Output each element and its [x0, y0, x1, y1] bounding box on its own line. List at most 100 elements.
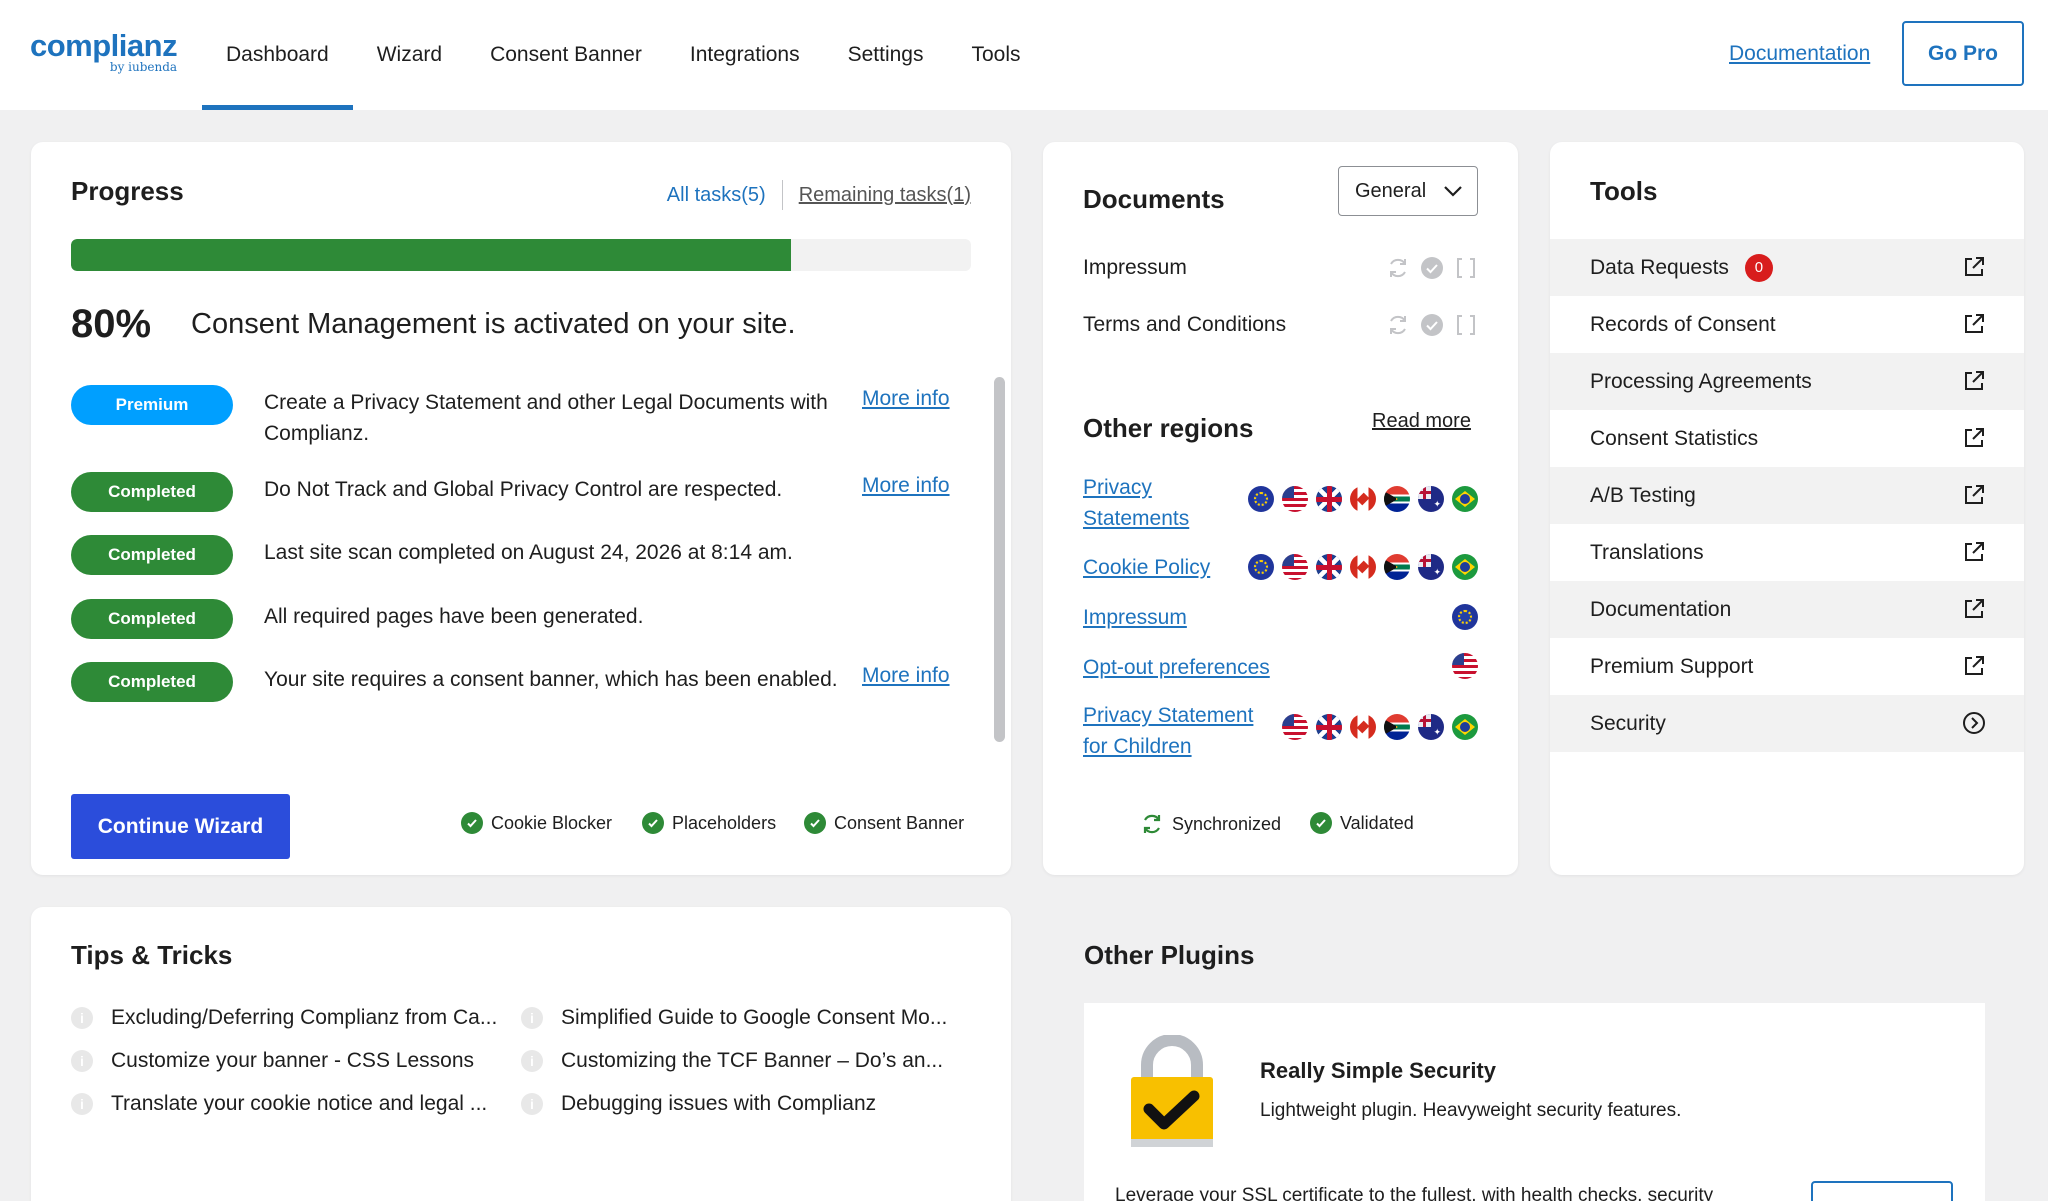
tool-item-processing-agreements[interactable]: Processing Agreements [1550, 353, 2024, 410]
tool-item-translations[interactable]: Translations [1550, 524, 2024, 581]
task-item: Completed Do Not Track and Global Privac… [71, 472, 951, 512]
nav-tools[interactable]: Tools [948, 0, 1045, 110]
all-tasks-link[interactable]: All tasks(5) [667, 184, 766, 207]
chevron-down-icon [1444, 186, 1462, 197]
task-text: Do Not Track and Global Privacy Control … [264, 478, 783, 501]
shortcode-icon[interactable] [1454, 313, 1478, 337]
task-list-scrollbar[interactable] [994, 377, 1005, 742]
more-info-link[interactable]: More info [862, 385, 950, 449]
us-flag-icon [1452, 653, 1478, 679]
nav-wizard[interactable]: Wizard [353, 0, 466, 110]
external-link-icon[interactable] [1962, 597, 1986, 621]
external-link-icon[interactable] [1962, 654, 1986, 678]
region-flags [1282, 714, 1478, 740]
task-text: Your site requires a consent banner, whi… [264, 668, 838, 691]
filter-divider [781, 180, 783, 210]
status-badge: Completed [71, 535, 233, 575]
plugin-name: Really Simple Security [1260, 1058, 1496, 1083]
nav-dashboard[interactable]: Dashboard [202, 0, 353, 110]
tool-label: Processing Agreements [1590, 369, 1812, 393]
tool-label: Consent Statistics [1590, 426, 1759, 450]
tool-item-consent-statistics[interactable]: Consent Statistics [1550, 410, 2024, 467]
br-flag-icon [1452, 554, 1478, 580]
tip-label: Excluding/Deferring Complianz from Ca... [111, 1006, 498, 1029]
go-pro-button[interactable]: Go Pro [1902, 21, 2024, 86]
za-flag-icon [1384, 714, 1410, 740]
task-text: Last site scan completed on August 24, 2… [264, 541, 793, 564]
continue-wizard-button[interactable]: Continue Wizard [71, 794, 290, 859]
external-link-icon[interactable] [1962, 426, 1986, 450]
external-link-icon[interactable] [1962, 540, 1986, 564]
tip-label: Debugging issues with Complianz [561, 1092, 877, 1115]
task-item: Premium Create a Privacy Statement and o… [71, 385, 951, 449]
tool-item-records-of-consent[interactable]: Records of Consent [1550, 296, 2024, 353]
tip-item[interactable]: i Customize your banner - CSS Lessons [71, 1049, 474, 1073]
eu-flag-icon [1248, 486, 1274, 512]
tool-item-premium-support[interactable]: Premium Support [1550, 638, 2024, 695]
more-info-link[interactable]: More info [862, 472, 950, 512]
task-text: All required pages have been generated. [264, 605, 644, 628]
region-select-value: General [1355, 179, 1427, 202]
us-flag-icon [1282, 554, 1308, 580]
region-row: Cookie Policy [1083, 552, 1478, 583]
external-link-icon[interactable] [1962, 255, 1986, 279]
document-row: Terms and Conditions [1083, 313, 1478, 337]
more-info-link[interactable]: More info [862, 662, 950, 702]
tip-item[interactable]: i Debugging issues with Complianz [521, 1092, 876, 1116]
region-document-link[interactable]: Privacy Statement for Children [1083, 700, 1273, 762]
tool-item-security[interactable]: Security [1550, 695, 2024, 752]
task-filter: All tasks(5) Remaining tasks(1) [667, 180, 971, 210]
region-document-link[interactable]: Privacy Statements [1083, 472, 1203, 534]
region-document-link[interactable]: Cookie Policy [1083, 552, 1273, 583]
au-flag-icon [1418, 554, 1444, 580]
external-link-icon[interactable] [1962, 483, 1986, 507]
tools-title: Tools [1590, 176, 1658, 206]
complianz-logo[interactable]: complianz by iubenda [30, 30, 178, 75]
documents-title: Documents [1083, 184, 1225, 214]
documents-card: Documents General Impressum Terms and Co… [1043, 142, 1518, 875]
count-badge: 0 [1744, 253, 1773, 282]
external-link-icon[interactable] [1962, 312, 1986, 336]
task-text: Create a Privacy Statement and other Leg… [264, 391, 828, 445]
chevron-circle-icon[interactable] [1962, 711, 1986, 735]
region-row: Opt-out preferences [1083, 652, 1478, 683]
nav-settings[interactable]: Settings [824, 0, 948, 110]
sync-icon[interactable] [1386, 256, 1410, 280]
nav-consent-banner[interactable]: Consent Banner [466, 0, 666, 110]
document-actions [1386, 313, 1478, 337]
documentation-link[interactable]: Documentation [1729, 42, 1870, 66]
region-document-link[interactable]: Impressum [1083, 602, 1273, 633]
read-more-link[interactable]: Read more [1372, 410, 1471, 433]
tip-item[interactable]: i Simplified Guide to Google Consent Mo.… [521, 1006, 947, 1030]
shortcode-icon[interactable] [1454, 256, 1478, 280]
remaining-tasks-link[interactable]: Remaining tasks(1) [799, 184, 971, 207]
task-item: Completed Last site scan completed on Au… [71, 535, 951, 575]
tool-item-data-requests[interactable]: Data Requests 0 [1550, 239, 2024, 296]
eu-flag-icon [1452, 604, 1478, 630]
other-plugins-title: Other Plugins [1084, 940, 1255, 970]
ca-flag-icon [1350, 554, 1376, 580]
lock-icon [1131, 1035, 1213, 1147]
feature-consent-banner: Consent Banner [804, 812, 964, 834]
nav-integrations[interactable]: Integrations [666, 0, 824, 110]
region-document-link[interactable]: Opt-out preferences [1083, 652, 1313, 683]
region-row: Privacy Statements [1083, 472, 1478, 534]
progress-title: Progress [71, 176, 184, 206]
status-badge: Completed [71, 662, 233, 702]
sync-icon[interactable] [1386, 313, 1410, 337]
external-link-icon[interactable] [1962, 369, 1986, 393]
tip-item[interactable]: i Excluding/Deferring Complianz from Ca.… [71, 1006, 497, 1030]
us-flag-icon [1282, 486, 1308, 512]
status-badge: Completed [71, 472, 233, 512]
region-select[interactable]: General [1338, 166, 1478, 216]
tool-item-ab-testing[interactable]: A/B Testing [1550, 467, 2024, 524]
document-row: Impressum [1083, 256, 1478, 280]
plugin-install-button[interactable] [1811, 1181, 1953, 1201]
status-label: Synchronized [1172, 813, 1282, 834]
tip-item[interactable]: i Translate your cookie notice and legal… [71, 1092, 487, 1116]
other-regions-title: Other regions [1083, 413, 1254, 443]
task-item: Completed Your site requires a consent b… [71, 662, 951, 702]
tool-item-documentation[interactable]: Documentation [1550, 581, 2024, 638]
tip-item[interactable]: i Customizing the TCF Banner – Do’s an..… [521, 1049, 943, 1073]
feature-label: Cookie Blocker [491, 812, 613, 833]
